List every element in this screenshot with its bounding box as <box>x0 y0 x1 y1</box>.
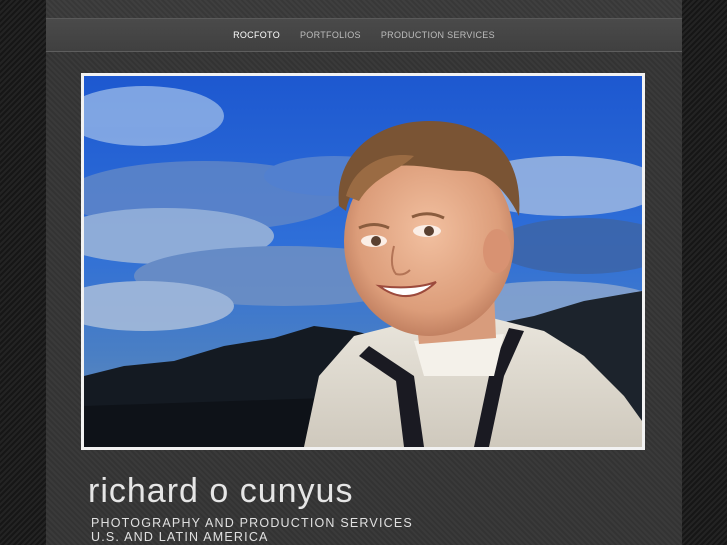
tagline-line-2: U.S. AND LATIN AMERICA <box>91 530 269 544</box>
top-strip <box>46 0 682 18</box>
page-container: ROCFOTO PORTFOLIOS PRODUCTION SERVICES r… <box>46 0 682 545</box>
tagline-line-1: PHOTOGRAPHY AND PRODUCTION SERVICES <box>91 516 413 530</box>
background-left <box>0 0 46 545</box>
site-title: richard o cunyus <box>88 472 354 510</box>
background-right <box>682 0 727 545</box>
site-tagline: PHOTOGRAPHY AND PRODUCTION SERVICES U.S.… <box>91 516 413 544</box>
nav-item-rocfoto[interactable]: ROCFOTO <box>233 30 280 40</box>
hero-photo-frame <box>81 73 645 450</box>
nav-item-portfolios[interactable]: PORTFOLIOS <box>300 30 361 40</box>
nav-item-production-services[interactable]: PRODUCTION SERVICES <box>381 30 495 40</box>
hero-photo <box>84 76 642 447</box>
main-nav: ROCFOTO PORTFOLIOS PRODUCTION SERVICES <box>46 18 682 52</box>
